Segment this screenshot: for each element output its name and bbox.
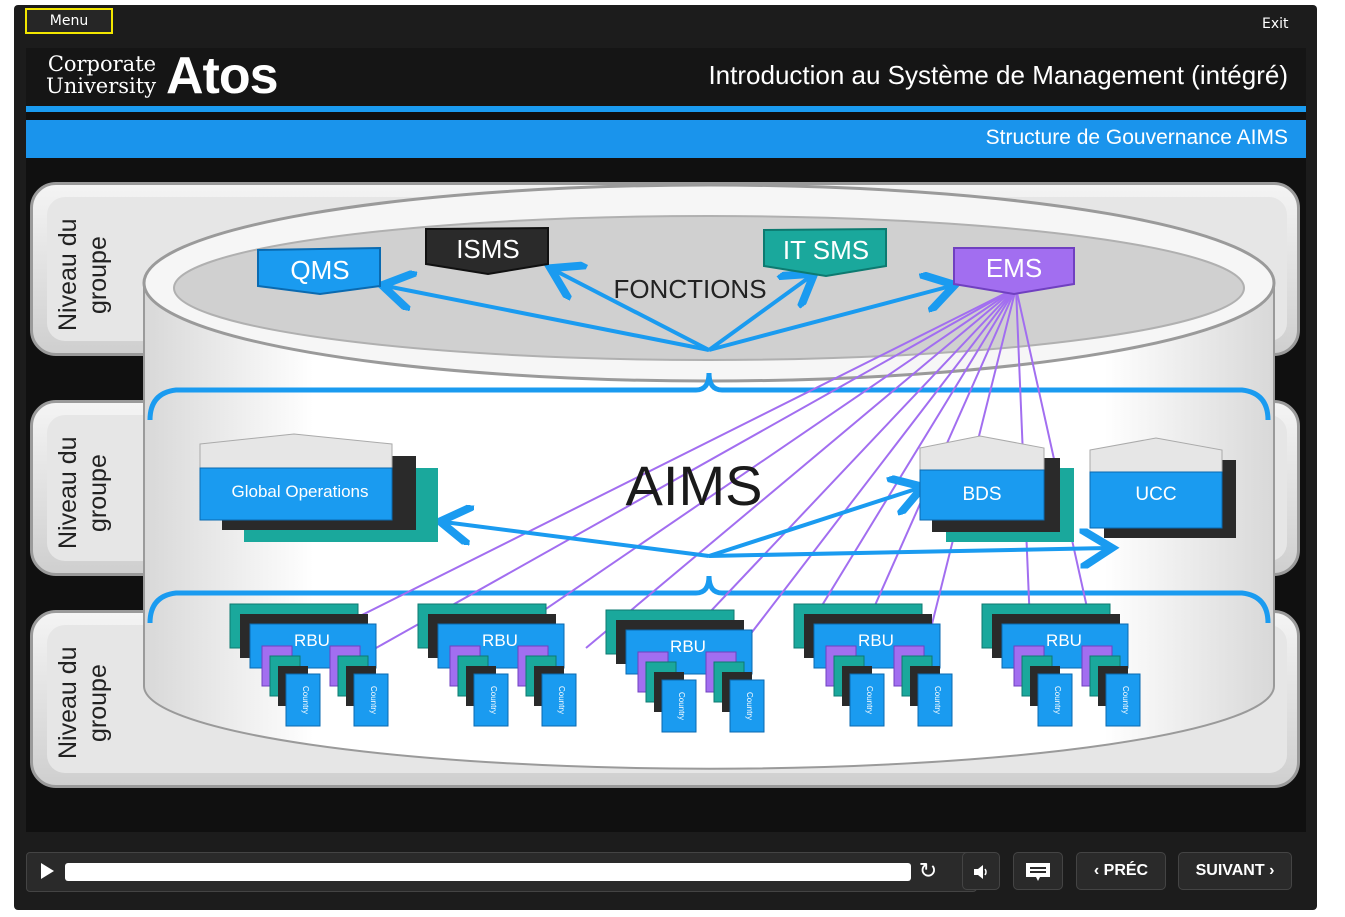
svg-text:EMS: EMS [986,253,1042,283]
captions-icon [1026,863,1050,881]
next-button[interactable]: SUIVANT › [1178,852,1292,890]
svg-text:Country: Country [1121,686,1130,714]
volume-icon [974,865,987,879]
slide-stage: Corporate University Atos Introduction a… [26,48,1306,832]
svg-text:Country: Country [933,686,942,714]
svg-text:Country: Country [865,686,874,714]
svg-text:UCC: UCC [1135,484,1176,505]
svg-text:Country: Country [369,686,378,714]
volume-button[interactable] [962,852,1000,890]
svg-text:RBU: RBU [1046,631,1082,650]
svg-text:Country: Country [1053,686,1062,714]
svg-text:Country: Country [677,692,686,720]
function-qms: QMS [257,246,381,296]
aims-label: AIMS [626,454,763,517]
replay-icon[interactable]: ↻ [916,860,940,884]
progress-bar[interactable] [65,863,911,881]
svg-text:Country: Country [301,686,310,714]
captions-button[interactable] [1013,852,1063,890]
svg-text:Global Operations: Global Operations [231,482,368,501]
svg-text:QMS: QMS [290,255,349,285]
playback-bar: ↻ [26,852,977,892]
play-icon[interactable] [41,863,54,879]
prev-button[interactable]: ‹ PRÉC [1076,852,1166,890]
svg-text:RBU: RBU [482,631,518,650]
aims-governance-diagram: QMS ISMS IT SMS EMS FONCTIONS AIMS Globa… [142,183,1276,770]
svg-text:RBU: RBU [858,631,894,650]
menu-button[interactable]: Menu [25,8,113,34]
svg-text:ISMS: ISMS [456,234,520,264]
function-ems: EMS [953,247,1075,296]
svg-text:Country: Country [489,686,498,714]
svg-text:RBU: RBU [294,631,330,650]
function-it-sms: IT SMS [763,227,887,278]
svg-text:RBU: RBU [670,637,706,656]
exit-button[interactable]: Exit [1262,16,1289,32]
function-isms: ISMS [425,226,549,276]
functions-label: FONCTIONS [613,274,766,304]
unit-ucc: UCC [1089,437,1236,538]
svg-text:Country: Country [557,686,566,714]
svg-text:BDS: BDS [962,484,1001,505]
svg-text:Country: Country [745,692,754,720]
svg-text:IT SMS: IT SMS [783,235,869,265]
